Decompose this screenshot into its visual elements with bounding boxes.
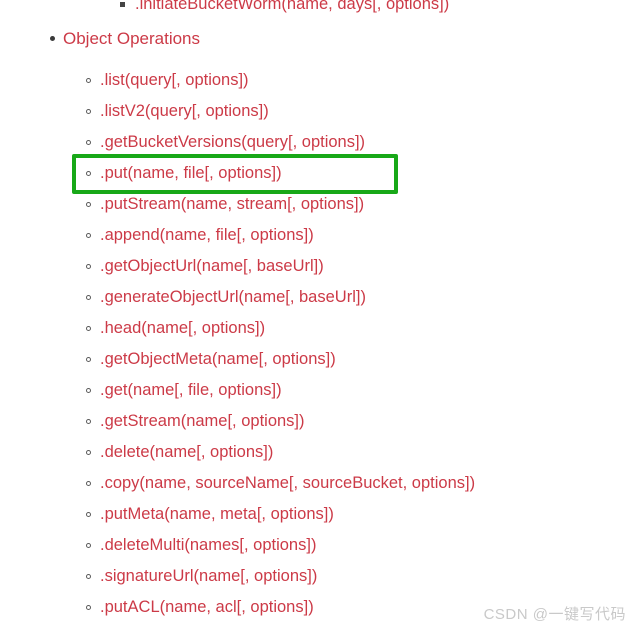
circle-bullet-icon — [86, 171, 91, 176]
method-link[interactable]: .getBucketVersions(query[, options]) — [100, 127, 365, 158]
list-item: .listV2(query[, options]) — [0, 96, 640, 127]
list-item: .getObjectUrl(name[, baseUrl]) — [0, 251, 640, 282]
circle-bullet-icon — [86, 140, 91, 145]
circle-bullet-icon — [86, 109, 91, 114]
circle-bullet-icon — [86, 512, 91, 517]
method-link[interactable]: .delete(name[, options]) — [100, 437, 273, 468]
list-item: .getStream(name[, options]) — [0, 406, 640, 437]
method-link[interactable]: .putMeta(name, meta[, options]) — [100, 499, 334, 530]
method-list: .list(query[, options]) .listV2(query[, o… — [0, 0, 640, 634]
list-item: .list(query[, options]) — [0, 65, 640, 96]
method-link[interactable]: .getObjectMeta(name[, options]) — [100, 344, 336, 375]
circle-bullet-icon — [86, 357, 91, 362]
method-link[interactable]: .putStream(name, stream[, options]) — [100, 189, 364, 220]
list-item: .get(name[, file, options]) — [0, 375, 640, 406]
list-item: .putStream(name, stream[, options]) — [0, 189, 640, 220]
list-item: .getBucketVersions(query[, options]) — [0, 127, 640, 158]
method-link[interactable]: .getStream(name[, options]) — [100, 406, 305, 437]
method-link[interactable]: .append(name, file[, options]) — [100, 220, 314, 251]
circle-bullet-icon — [86, 388, 91, 393]
circle-bullet-icon — [86, 295, 91, 300]
list-item: .putMeta(name, meta[, options]) — [0, 499, 640, 530]
list-item: .generateObjectUrl(name[, baseUrl]) — [0, 282, 640, 313]
circle-bullet-icon — [86, 543, 91, 548]
circle-bullet-icon — [86, 481, 91, 486]
circle-bullet-icon — [86, 233, 91, 238]
method-link[interactable]: .putACL(name, acl[, options]) — [100, 592, 314, 623]
method-link[interactable]: .get(name[, file, options]) — [100, 375, 282, 406]
circle-bullet-icon — [86, 326, 91, 331]
circle-bullet-icon — [86, 78, 91, 83]
method-link[interactable]: .list(query[, options]) — [100, 65, 249, 96]
method-link[interactable]: .deleteMulti(names[, options]) — [100, 530, 316, 561]
circle-bullet-icon — [86, 574, 91, 579]
list-item: .append(name, file[, options]) — [0, 220, 640, 251]
circle-bullet-icon — [86, 605, 91, 610]
method-link[interactable]: .getObjectUrl(name[, baseUrl]) — [100, 251, 324, 282]
list-item: .signatureUrl(name[, options]) — [0, 561, 640, 592]
circle-bullet-icon — [86, 450, 91, 455]
method-link[interactable]: .copy(name, sourceName[, sourceBucket, o… — [100, 468, 475, 499]
circle-bullet-icon — [86, 264, 91, 269]
list-item: .put(name, file[, options]) — [0, 158, 640, 189]
list-item: .getObjectMeta(name[, options]) — [0, 344, 640, 375]
csdn-watermark: CSDN @一键写代码 — [483, 606, 626, 623]
method-link[interactable]: .generateObjectUrl(name[, baseUrl]) — [100, 282, 366, 313]
list-item: .copy(name, sourceName[, sourceBucket, o… — [0, 468, 640, 499]
method-link[interactable]: .signatureUrl(name[, options]) — [100, 561, 317, 592]
list-item: .delete(name[, options]) — [0, 437, 640, 468]
documentation-page: .initiateBucketWorm(name, days[, options… — [0, 0, 640, 634]
method-link[interactable]: .put(name, file[, options]) — [100, 158, 282, 189]
method-link[interactable]: .listV2(query[, options]) — [100, 96, 269, 127]
method-link[interactable]: .head(name[, options]) — [100, 313, 265, 344]
list-item: .deleteMulti(names[, options]) — [0, 530, 640, 561]
circle-bullet-icon — [86, 202, 91, 207]
list-item: .head(name[, options]) — [0, 313, 640, 344]
circle-bullet-icon — [86, 419, 91, 424]
